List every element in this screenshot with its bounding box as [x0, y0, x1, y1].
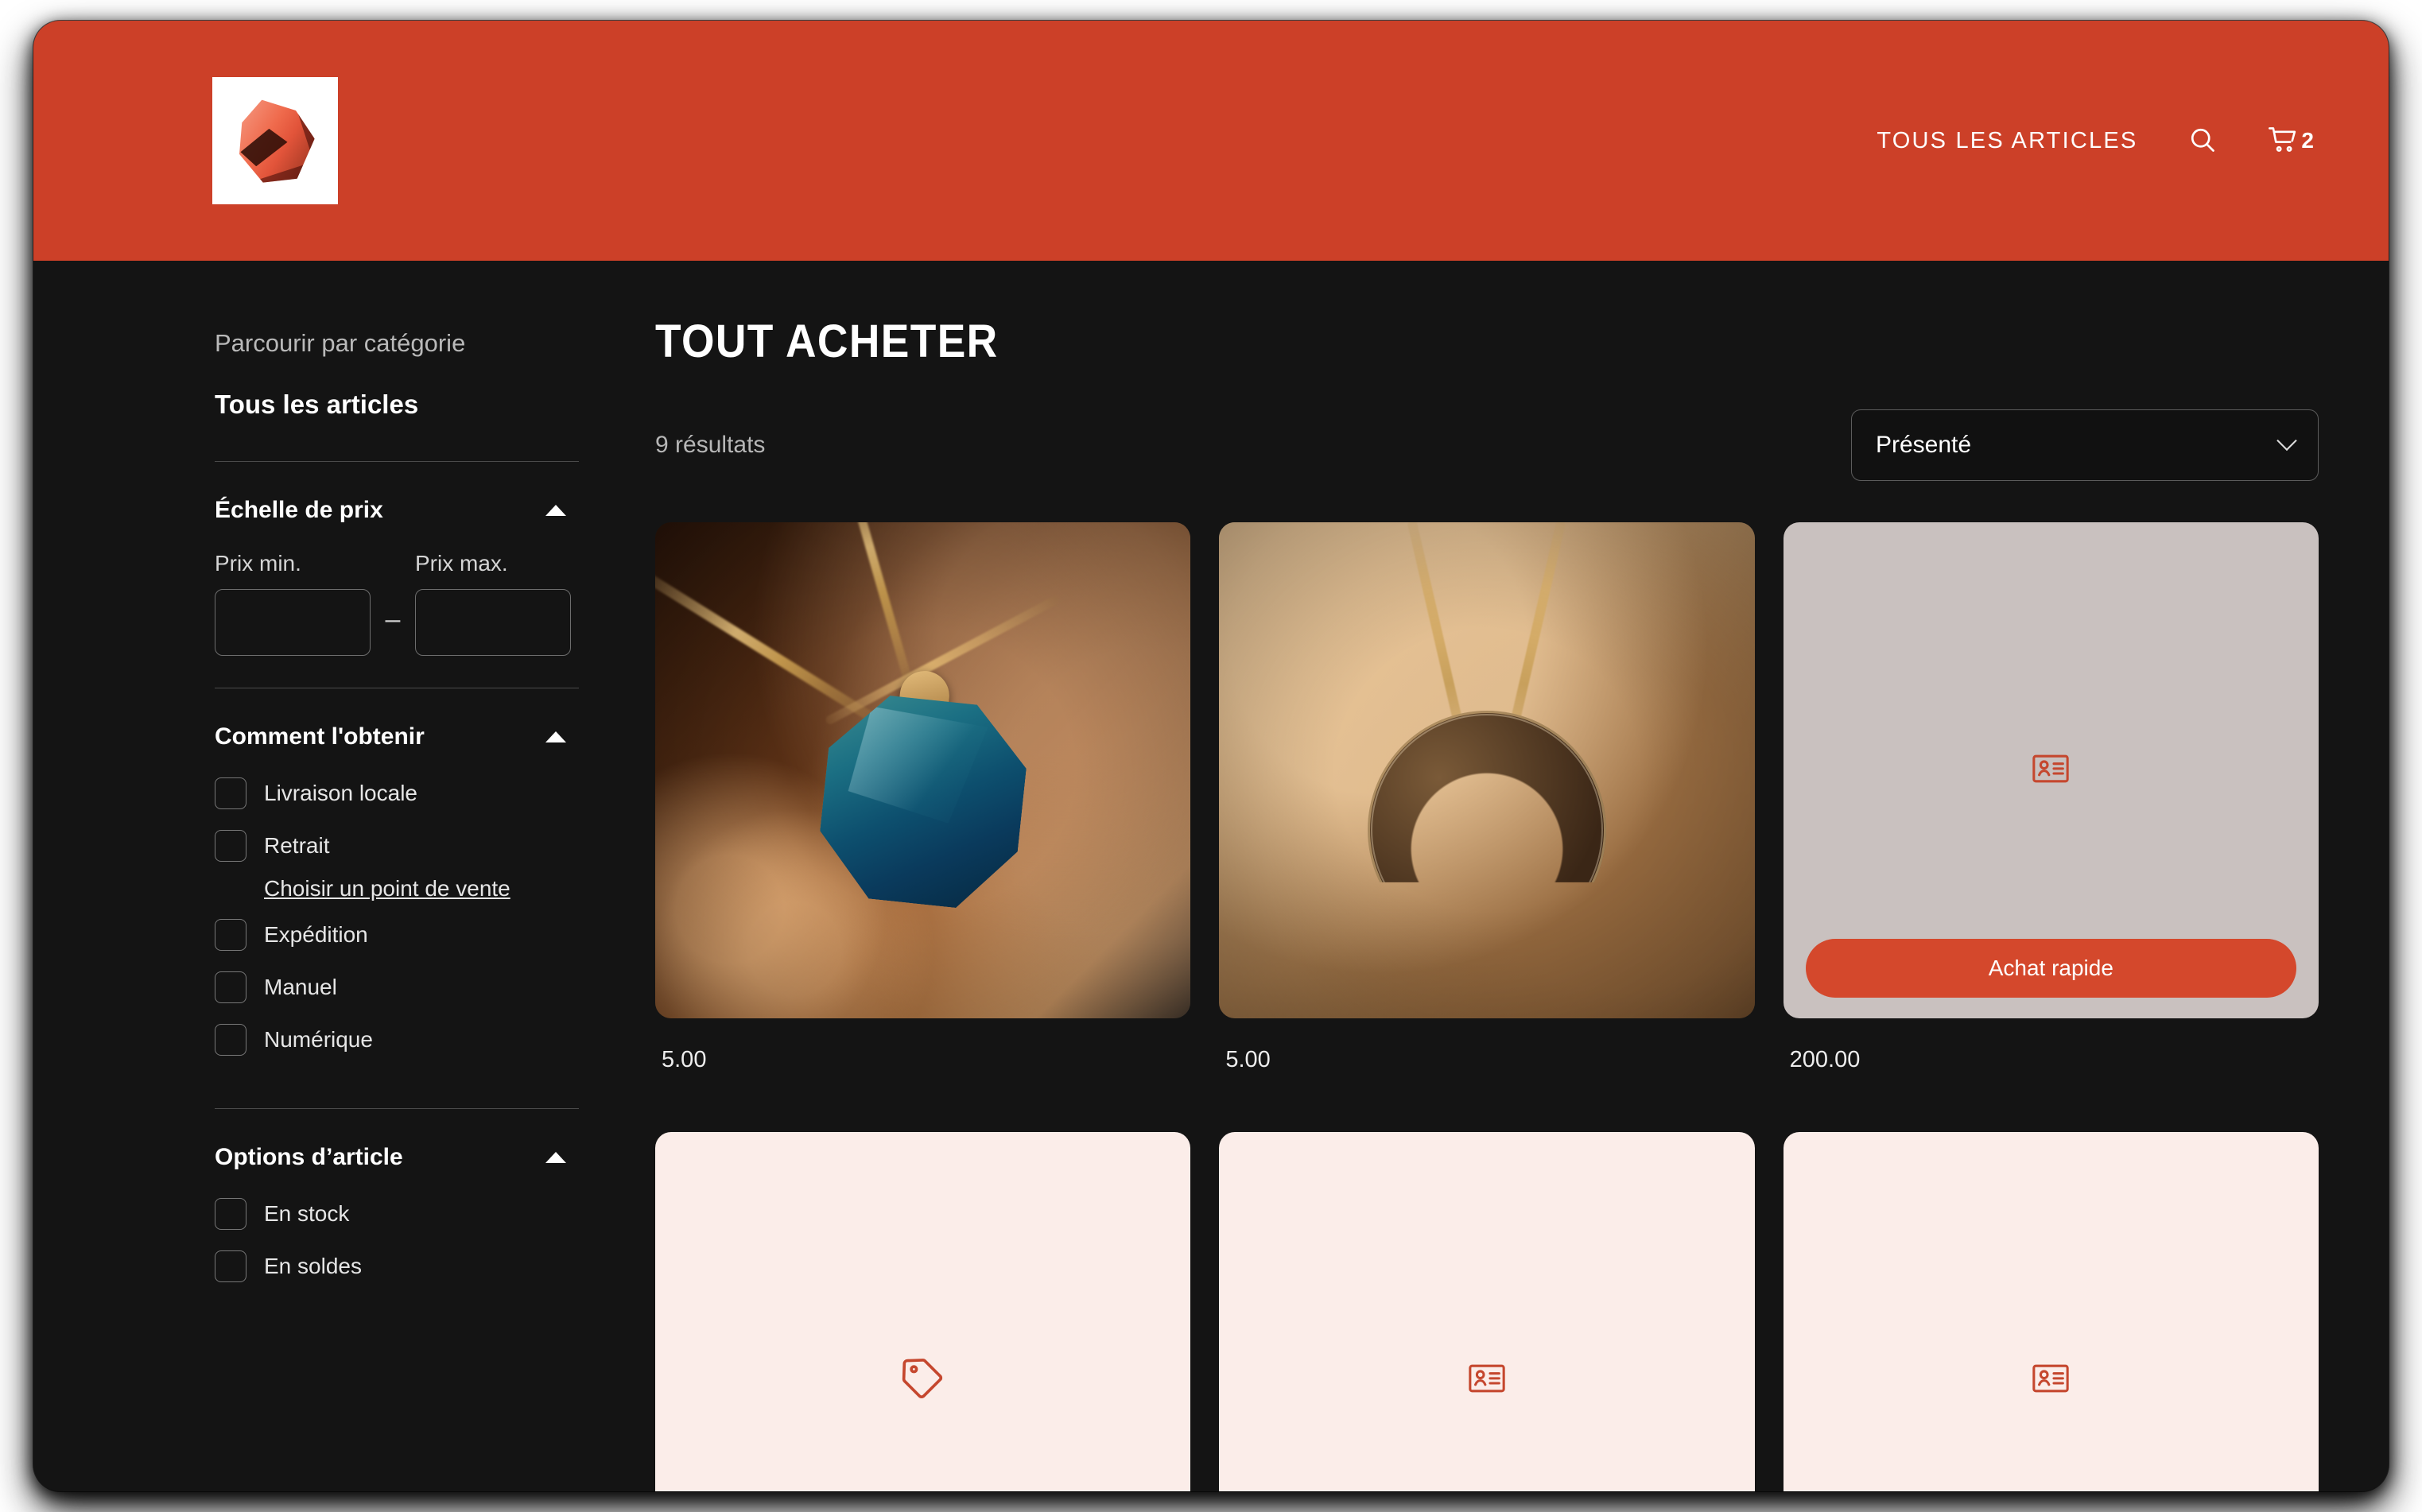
- checkbox-label-manual: Manuel: [264, 975, 337, 999]
- checkbox-row-on-sale[interactable]: En soldes: [215, 1250, 579, 1282]
- results-toolbar: 9 résultats Présenté: [655, 409, 2319, 481]
- checkbox-local-delivery[interactable]: [215, 777, 246, 809]
- checkbox-pickup[interactable]: [215, 830, 246, 862]
- product-card[interactable]: [1219, 1132, 1755, 1491]
- checkbox-shipping[interactable]: [215, 919, 246, 951]
- product-image-placeholder[interactable]: [1219, 1132, 1755, 1491]
- checkbox-label-digital: Numérique: [264, 1027, 373, 1052]
- browse-by-category-label: Parcourir par catégorie: [215, 329, 466, 357]
- price-range-separator: –: [385, 604, 401, 634]
- chevron-up-icon: [545, 505, 566, 516]
- product-card[interactable]: [655, 1132, 1191, 1491]
- site-header: TOUS LES ARTICLES 2: [33, 21, 2389, 261]
- price-min-label: Prix min.: [215, 551, 301, 576]
- search-button[interactable]: [2183, 121, 2222, 161]
- product-image[interactable]: [1219, 522, 1755, 1018]
- cart-count-badge: 2: [2301, 128, 2314, 153]
- product-image-placeholder[interactable]: Achat rapide: [1783, 522, 2319, 1018]
- price-min-group: Prix min.: [215, 551, 371, 656]
- checkbox-manual[interactable]: [215, 971, 246, 1003]
- checkbox-label-pickup: Retrait: [264, 833, 330, 858]
- header-nav: TOUS LES ARTICLES 2: [1872, 120, 2319, 162]
- contact-card-icon: [2032, 754, 2070, 787]
- choose-pickup-location-link[interactable]: Choisir un point de vente: [264, 876, 510, 901]
- page-title: TOUT ACHETER: [655, 316, 999, 367]
- screenshot-viewport: TOUS LES ARTICLES 2 Parcourir par catégo…: [0, 0, 2422, 1512]
- nav-link-all-items[interactable]: TOUS LES ARTICLES: [1872, 122, 2142, 161]
- checkbox-on-sale[interactable]: [215, 1250, 246, 1282]
- gem-pendant-necklace-photo: [655, 522, 1191, 1018]
- contact-card-icon: [1469, 1364, 1505, 1397]
- checkbox-row-in-stock[interactable]: En stock: [215, 1198, 579, 1230]
- sort-select[interactable]: Présenté: [1851, 409, 2319, 481]
- checkbox-row-manual[interactable]: Manuel: [215, 971, 579, 1003]
- filter-header-price-range[interactable]: Échelle de prix: [215, 497, 579, 524]
- product-price: 5.00: [662, 1047, 707, 1072]
- price-min-input[interactable]: [215, 589, 371, 656]
- filter-header-item-options[interactable]: Options d’article: [215, 1144, 579, 1171]
- teal-gemstone: [813, 686, 1033, 914]
- filter-group-item-options: Options d’article En stock En soldes: [215, 1109, 579, 1335]
- product-card[interactable]: 5.00: [655, 522, 1191, 1132]
- checkbox-row-shipping[interactable]: Expédition: [215, 919, 579, 951]
- price-max-input[interactable]: [415, 589, 571, 656]
- product-grid: 5.00 5.00 Achat rapide 200.00: [655, 522, 2319, 1491]
- cart-icon: [2268, 125, 2300, 157]
- checkbox-row-digital[interactable]: Numérique: [215, 1024, 579, 1056]
- checkbox-label-local-delivery: Livraison locale: [264, 781, 417, 805]
- crescent-moon-pendant: [1367, 710, 1606, 882]
- price-range-row: Prix min. – Prix max.: [215, 551, 579, 656]
- checkbox-label-in-stock: En stock: [264, 1201, 350, 1226]
- browser-page: TOUS LES ARTICLES 2 Parcourir par catégo…: [33, 21, 2389, 1491]
- chevron-up-icon: [545, 1152, 566, 1163]
- checkbox-label-on-sale: En soldes: [264, 1254, 362, 1278]
- product-price: 200.00: [1789, 1047, 1861, 1072]
- filter-group-price-range: Échelle de prix Prix min. – Prix max.: [215, 462, 579, 688]
- filter-title-item-options: Options d’article: [215, 1144, 403, 1170]
- search-icon: [2188, 126, 2217, 157]
- gem-logo-icon: [212, 77, 338, 204]
- checkbox-row-pickup[interactable]: Retrait: [215, 830, 579, 862]
- price-tag-icon: [901, 1356, 945, 1405]
- crescent-moon-necklace-photo: [1219, 522, 1755, 1018]
- filter-title-price-range: Échelle de prix: [215, 497, 383, 523]
- product-price: 5.00: [1225, 1047, 1271, 1072]
- product-image-placeholder[interactable]: [1783, 1132, 2319, 1491]
- checkbox-row-local-delivery[interactable]: Livraison locale: [215, 777, 579, 809]
- filters-sidebar: Parcourir par catégorie Tous les article…: [215, 315, 579, 1335]
- sort-select-value: Présenté: [1876, 432, 1972, 458]
- checkbox-label-shipping: Expédition: [264, 922, 368, 947]
- product-image[interactable]: [655, 522, 1191, 1018]
- sidebar-item-all-items[interactable]: Tous les articles: [215, 390, 579, 420]
- brand-logo[interactable]: [212, 77, 338, 204]
- chevron-up-icon: [545, 731, 566, 742]
- filter-title-fulfillment: Comment l'obtenir: [215, 723, 425, 750]
- checkbox-in-stock[interactable]: [215, 1198, 246, 1230]
- main-content: TOUT ACHETER 9 résultats Présenté 5.00 5…: [579, 315, 2319, 1491]
- chevron-down-icon: [2276, 430, 2297, 452]
- chain-strand: [655, 570, 876, 723]
- checkbox-digital[interactable]: [215, 1024, 246, 1056]
- product-card[interactable]: Achat rapide 200.00: [1783, 522, 2319, 1132]
- page-body: Parcourir par catégorie Tous les article…: [33, 261, 2389, 1491]
- price-max-label: Prix max.: [415, 551, 508, 576]
- product-card[interactable]: 5.00: [1219, 522, 1755, 1132]
- price-max-group: Prix max.: [415, 551, 571, 656]
- chain-strand: [839, 522, 914, 686]
- contact-card-icon: [2032, 1364, 2070, 1397]
- results-count: 9 résultats: [655, 432, 766, 458]
- cart-button[interactable]: 2: [2263, 120, 2319, 162]
- product-card[interactable]: [1783, 1132, 2319, 1491]
- product-image-placeholder[interactable]: [655, 1132, 1191, 1491]
- filter-header-fulfillment[interactable]: Comment l'obtenir: [215, 723, 579, 750]
- filter-group-fulfillment: Comment l'obtenir Livraison locale Retra…: [215, 688, 579, 1108]
- quick-buy-button[interactable]: Achat rapide: [1805, 939, 2296, 998]
